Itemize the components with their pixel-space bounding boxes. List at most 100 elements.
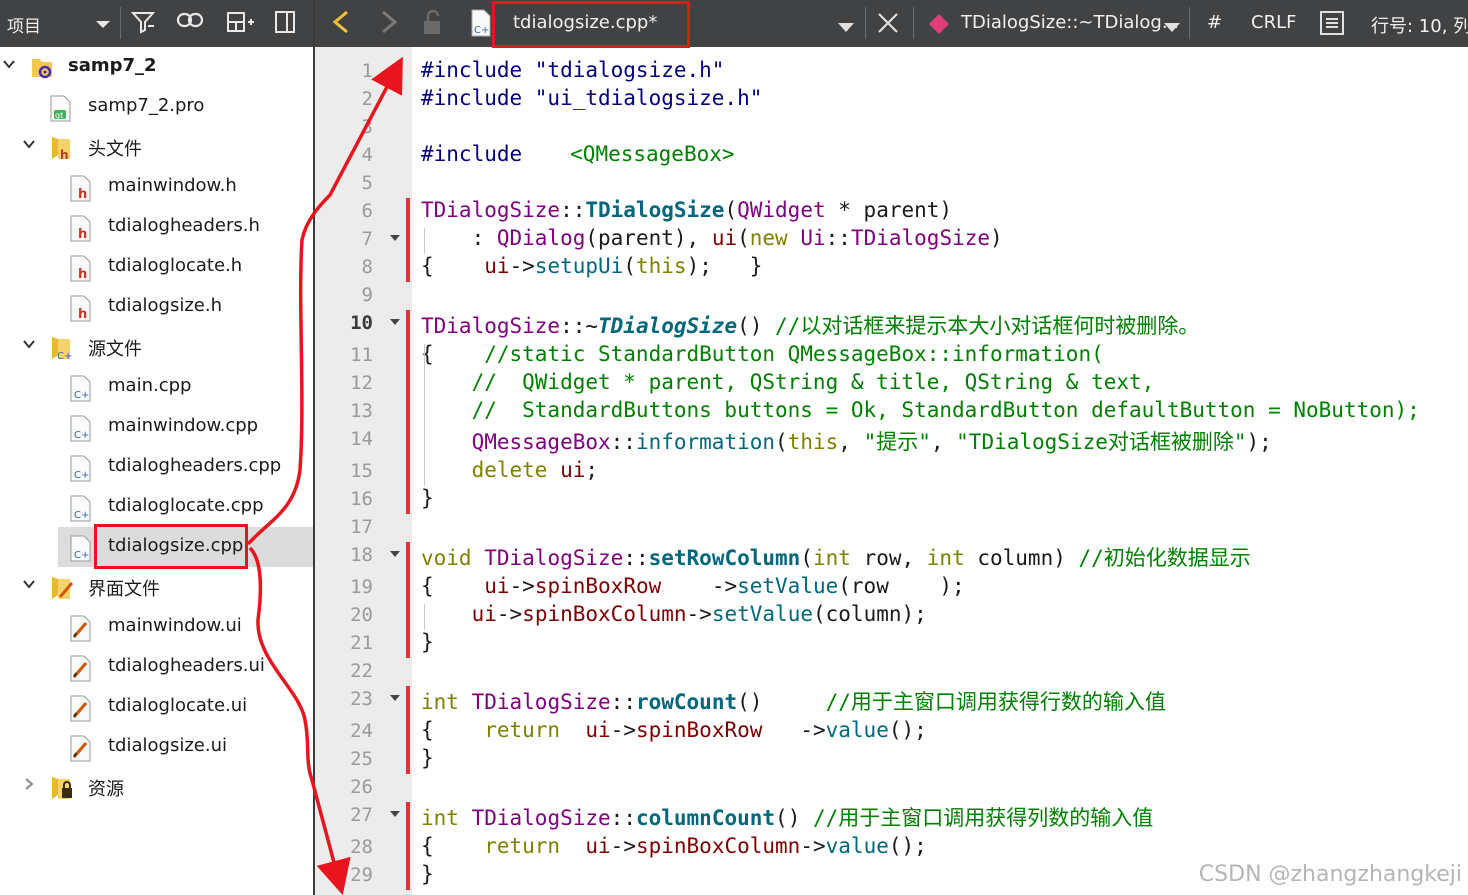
navigate-back-icon[interactable] [329,8,355,41]
code-token: "提示" [863,430,931,454]
line-number: 3 [361,116,373,138]
code-line-16[interactable]: } [421,486,434,510]
tree-item-tdialogheaders-ui[interactable]: tdialogheaders.ui [0,647,313,687]
code-line-27[interactable]: int TDialogSize::columnCount() //用于主窗口调用… [421,802,1153,832]
code-token: -> [610,834,636,858]
svg-text:h: h [78,187,87,202]
ui-file-icon [70,735,94,762]
tree-item-main-cpp[interactable]: C+ main.cpp [0,367,313,407]
tree-item-folder-2[interactable]: h 头文件 [0,127,313,167]
pane-selector-dropdown-icon[interactable] [90,12,116,38]
tree-item-tdialogheaders-h[interactable]: h tdialogheaders.h [0,207,313,247]
symbol-selector[interactable]: TDialogSize::~TDialog... [961,12,1179,33]
code-line-2[interactable]: #include "ui_tdialogsize.h" [421,86,762,110]
fold-arrow-icon[interactable] [389,694,401,705]
code-line-12[interactable]: // QWidget * parent, QString & title, QS… [421,370,1155,394]
code-token: ui [471,602,497,626]
code-token: <QMessageBox> [570,142,735,166]
code-line-14[interactable]: QMessageBox::information(this, "提示", "TD… [421,426,1272,456]
code-line-7[interactable]: : QDialog(parent), ui(new Ui::TDialogSiz… [421,226,1003,250]
fold-arrow-icon[interactable] [389,234,401,245]
fold-arrow-icon[interactable] [389,810,401,821]
tree-item-folder-13[interactable]: 界面文件 [0,567,313,607]
code-line-18[interactable]: void TDialogSize::setRowColumn(int row, … [421,542,1251,572]
line-number: 16 [350,488,373,510]
code-token: setValue [711,602,813,626]
symbol-dropdown-icon[interactable] [1163,18,1181,39]
code-line-6[interactable]: TDialogSize::TDialogSize(QWidget * paren… [421,198,952,222]
code-line-19[interactable]: { ui->spinBoxRow ->setValue(row ); [421,574,965,598]
svg-text:C+: C+ [74,430,89,441]
tree-item-tdialoglocate-cpp[interactable]: C+ tdialoglocate.cpp [0,487,313,527]
code-line-29[interactable]: } [421,862,434,886]
code-line-25[interactable]: } [421,746,434,770]
line-ending-selector[interactable]: CRLF [1251,12,1296,33]
code-line-21[interactable]: } [421,630,434,654]
line-number: 4 [361,144,373,166]
tree-item-samp7-2[interactable]: samp7_2 [0,47,313,87]
code-token: (row ); [838,574,965,598]
code-line-13[interactable]: // StandardButtons buttons = Ok, Standar… [421,398,1420,422]
chevron-down-icon[interactable] [2,57,16,75]
close-document-icon[interactable] [875,10,901,41]
tree-item-samp7-2-pro[interactable]: qt samp7_2.pro [0,87,313,127]
code-token: TDialogSize [598,314,738,338]
fold-arrow-icon[interactable] [389,550,401,561]
filter-icon[interactable] [130,10,156,36]
svg-text:h: h [60,148,69,161]
code-line-23[interactable]: int TDialogSize::rowCount() //用于主窗口调用获得行… [421,686,1166,716]
hash-button[interactable]: # [1207,12,1222,33]
chevron-down-icon[interactable] [22,577,36,595]
tree-item-tdialoglocate-h[interactable]: h tdialoglocate.h [0,247,313,287]
chevron-down-icon[interactable] [22,337,36,355]
folder-icon [50,575,74,601]
svg-text:qt: qt [55,111,63,120]
line-number: 29 [350,864,373,886]
lock-icon[interactable] [421,9,445,42]
code-line-4[interactable]: #include <QMessageBox> [421,142,735,166]
code-line-1[interactable]: #include "tdialogsize.h" [421,58,724,82]
cursor-position[interactable]: 行号: 10, 列 [1371,12,1468,38]
tree-item-mainwindow-ui[interactable]: mainwindow.ui [0,607,313,647]
project-tree[interactable]: samp7_2 qt samp7_2.pro h 头文件 h mainwindow.h h td… [0,47,313,895]
tree-item-label: 资源 [88,779,124,800]
svg-text:h: h [78,307,87,322]
tree-item-tdialogheaders-cpp[interactable]: C+ tdialogheaders.cpp [0,447,313,487]
code-token: ui [484,254,510,278]
code-token: (); [888,834,927,858]
outline-icon[interactable] [1319,10,1345,41]
close-pane-icon[interactable] [272,10,298,36]
code-token: ( [800,546,813,570]
tree-item-tdialoglocate-ui[interactable]: tdialoglocate.ui [0,687,313,727]
fold-arrow-icon[interactable] [389,318,401,329]
tree-item-label: samp7_2 [68,55,157,76]
tree-item-mainwindow-h[interactable]: h mainwindow.h [0,167,313,207]
code-line-8[interactable]: { ui->setupUi(this); } [421,254,762,278]
chevron-right-icon[interactable] [22,777,36,795]
open-documents-dropdown-icon[interactable] [837,18,855,39]
link-with-editor-icon[interactable] [176,10,204,36]
code-token: (parent), [585,226,712,250]
code-line-24[interactable]: { return ui->spinBoxRow ->value(); [421,718,927,742]
code-line-10[interactable]: TDialogSize::~TDialogSize() //以对话框来提示本大小… [421,310,1199,340]
tree-item-label: samp7_2.pro [88,95,205,116]
tree-item-folder-18[interactable]: 资源 [0,767,313,807]
tree-item-mainwindow-cpp[interactable]: C+ mainwindow.cpp [0,407,313,447]
split-pane-icon[interactable] [226,10,254,36]
code-line-11[interactable]: { //static StandardButton QMessageBox::i… [421,342,1104,366]
tree-item-folder-7[interactable]: C+ 源文件 [0,327,313,367]
code-line-28[interactable]: { return ui->spinBoxColumn->value(); [421,834,927,858]
chevron-down-icon[interactable] [22,137,36,155]
code-line-20[interactable]: ui->spinBoxColumn->setValue(column); [421,602,927,626]
svg-text:h: h [78,227,87,242]
code-token: int [812,546,851,570]
navigate-forward-icon[interactable] [375,8,401,41]
tree-item-tdialogsize-ui[interactable]: tdialogsize.ui [0,727,313,767]
code-token: //初始化数据显示 [1078,546,1251,570]
code-token: } [421,486,434,510]
code-token: value [825,718,889,742]
tree-item-tdialogsize-h[interactable]: h tdialogsize.h [0,287,313,327]
code-line-15[interactable]: delete ui; [421,458,598,482]
line-number: 26 [350,776,373,798]
